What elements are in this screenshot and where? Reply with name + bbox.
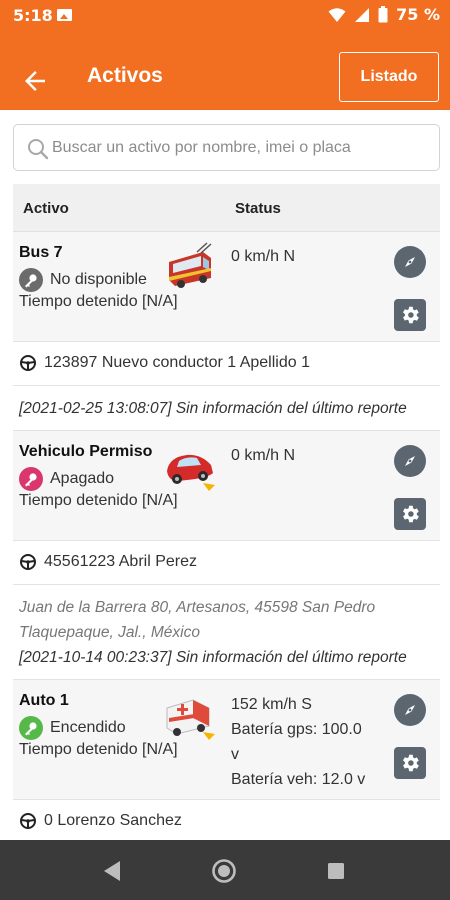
asset-stopped-time: Tiempo detenido [N/A] <box>19 492 178 509</box>
asset-row[interactable]: Bus 7 No disponible Tiempo detenido [N/A… <box>13 232 440 342</box>
gear-icon <box>403 754 419 772</box>
asset-stopped-time: Tiempo detenido [N/A] <box>19 293 178 310</box>
asset-state-label: Apagado <box>50 470 115 487</box>
driver-name: 45561223 Abril Perez <box>44 553 197 570</box>
compass-icon <box>405 705 415 715</box>
key-icon <box>19 467 43 491</box>
report-text: [2021-10-14 00:23:37] Sin información de… <box>19 649 407 666</box>
settings-button[interactable] <box>394 747 426 779</box>
driver-name: 123897 Nuevo conductor 1 Apellido 1 <box>44 354 310 371</box>
table-header: Activo Status <box>13 184 440 232</box>
status-line: v <box>231 746 239 763</box>
asset-row[interactable]: Vehiculo Permiso Apagado Tiempo detenido… <box>13 431 440 541</box>
system-nav-bar <box>0 840 450 900</box>
asset-status: 152 km/h S Batería gps: 100.0 v Batería … <box>231 692 365 792</box>
asset-stopped-time: Tiempo detenido [N/A] <box>19 741 178 758</box>
key-icon <box>19 716 43 740</box>
compass-icon <box>405 456 415 466</box>
column-header-status: Status <box>235 200 281 217</box>
key-icon <box>19 268 43 292</box>
compass-icon <box>405 257 415 267</box>
status-line: Batería veh: 12.0 v <box>231 771 366 788</box>
bus-icon <box>169 242 212 288</box>
asset-state-label: Encendido <box>50 719 126 736</box>
status-line: 152 km/h S <box>231 696 312 713</box>
signal-icon <box>355 7 370 22</box>
status-bar: 5:18 75 % <box>0 0 450 30</box>
asset-name: Auto 1 <box>19 692 69 709</box>
status-line: 0 km/h N <box>231 447 296 464</box>
page-title: Activos <box>87 64 163 87</box>
asset-ignition-state: No disponible <box>19 268 147 292</box>
navigate-button[interactable] <box>394 445 426 477</box>
search-input[interactable] <box>52 133 432 163</box>
search-box <box>13 124 440 171</box>
report-address-line: Juan de la Barrera 80, Artesanos, 45598 … <box>19 599 376 616</box>
settings-button[interactable] <box>394 299 426 331</box>
report-text: [2021-02-25 13:08:07] Sin información de… <box>19 400 407 417</box>
navigate-button[interactable] <box>394 694 426 726</box>
ambulance-icon <box>166 699 215 740</box>
wifi-icon <box>328 7 346 22</box>
status-line: 0 km/h N <box>231 248 296 265</box>
status-icons: 75 % <box>328 5 440 24</box>
nav-home-icon[interactable] <box>211 858 237 884</box>
nav-recents-icon[interactable] <box>323 858 349 884</box>
battery-percent: 75 % <box>396 5 440 24</box>
asset-name: Bus 7 <box>19 244 63 261</box>
last-report: [2021-02-25 13:08:07] Sin información de… <box>13 386 440 431</box>
gear-icon <box>403 505 419 523</box>
gear-icon <box>403 306 419 324</box>
asset-name: Vehiculo Permiso <box>19 443 153 460</box>
status-time: 5:18 <box>13 6 53 25</box>
steering-wheel-icon <box>20 554 36 570</box>
asset-row[interactable]: Auto 1 Encendido Tiempo detenido [N/A] 1… <box>13 680 440 800</box>
asset-ignition-state: Encendido <box>19 716 126 740</box>
steering-wheel-icon <box>20 355 36 371</box>
driver-row: 0 Lorenzo Sanchez <box>13 800 440 840</box>
gallery-notification-icon <box>57 9 72 21</box>
app-bar: Activos Listado <box>0 30 450 110</box>
asset-ignition-state: Apagado <box>19 467 114 491</box>
asset-status: 0 km/h N <box>231 244 295 269</box>
last-report: Juan de la Barrera 80, Artesanos, 45598 … <box>13 585 440 680</box>
listado-button[interactable]: Listado <box>339 52 439 102</box>
battery-icon <box>378 6 388 23</box>
asset-status: 0 km/h N <box>231 443 295 468</box>
car-icon <box>167 454 215 491</box>
status-line: Batería gps: 100.0 <box>231 721 362 738</box>
driver-row: 45561223 Abril Perez <box>13 541 440 585</box>
driver-row: 123897 Nuevo conductor 1 Apellido 1 <box>13 342 440 386</box>
search-icon <box>28 139 49 160</box>
settings-button[interactable] <box>394 498 426 530</box>
asset-state-label: No disponible <box>50 271 147 288</box>
nav-back-icon[interactable] <box>100 858 126 884</box>
driver-name: 0 Lorenzo Sanchez <box>44 812 182 829</box>
report-address-line: Tlaquepaque, Jal., México <box>19 624 200 641</box>
back-arrow-icon[interactable] <box>20 66 50 96</box>
steering-wheel-icon <box>20 813 36 829</box>
navigate-button[interactable] <box>394 246 426 278</box>
asset-list: Activo Status Bus 7 No disponible Tiempo… <box>13 184 440 840</box>
column-header-activo: Activo <box>23 200 69 217</box>
